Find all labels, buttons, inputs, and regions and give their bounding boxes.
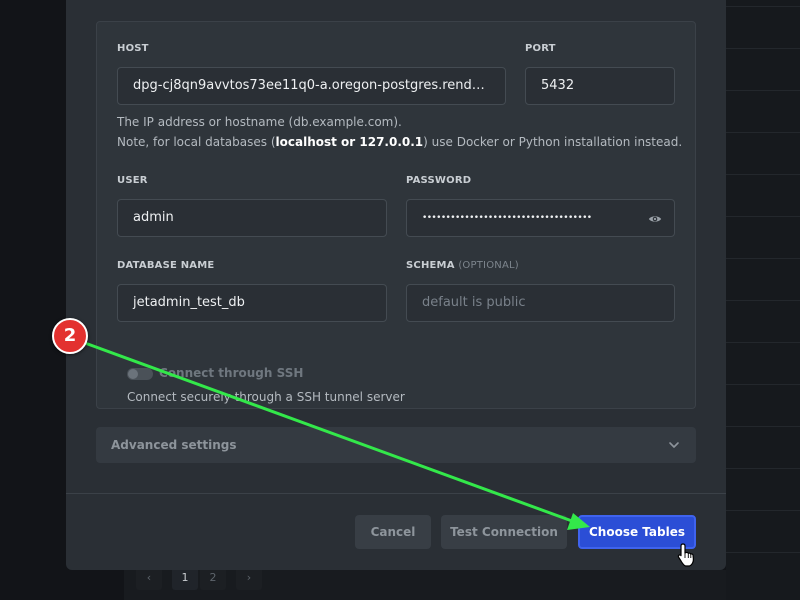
connection-modal: HOST dpg-cj8qn9avvtos73ee11q0-a.oregon-p… bbox=[66, 0, 726, 570]
password-label: PASSWORD bbox=[406, 175, 472, 186]
ssh-toggle[interactable] bbox=[127, 368, 153, 380]
password-input[interactable]: •••••••••••••••••••••••••••••••••••• bbox=[406, 199, 675, 237]
ssh-toggle-knob bbox=[128, 369, 138, 379]
schema-label: SCHEMA (OPTIONAL) bbox=[406, 260, 519, 271]
database-name-label: DATABASE NAME bbox=[117, 260, 215, 271]
chevron-down-icon bbox=[669, 442, 679, 448]
cancel-button[interactable]: Cancel bbox=[355, 515, 431, 549]
modal-footer-divider bbox=[66, 493, 726, 494]
user-input[interactable]: admin bbox=[117, 199, 387, 237]
connection-settings-section: HOST dpg-cj8qn9avvtos73ee11q0-a.oregon-p… bbox=[96, 21, 696, 409]
background-panel bbox=[726, 0, 800, 600]
ssh-description: Connect securely through a SSH tunnel se… bbox=[127, 390, 405, 404]
test-connection-button[interactable]: Test Connection bbox=[441, 515, 567, 549]
database-name-input[interactable]: jetadmin_test_db bbox=[117, 284, 387, 322]
show-password-eye-icon[interactable] bbox=[648, 212, 662, 226]
host-help-note: Note, for local databases (localhost or … bbox=[117, 135, 683, 149]
step-number-badge: 2 bbox=[52, 318, 88, 354]
schema-input[interactable]: default is public bbox=[406, 284, 675, 322]
user-label: USER bbox=[117, 175, 148, 186]
advanced-settings-label: Advanced settings bbox=[111, 438, 237, 452]
advanced-settings-toggle[interactable]: Advanced settings bbox=[96, 427, 696, 463]
host-label: HOST bbox=[117, 43, 149, 54]
port-label: PORT bbox=[525, 43, 556, 54]
port-input[interactable]: 5432 bbox=[525, 67, 675, 105]
hand-cursor-icon bbox=[677, 543, 695, 567]
host-help-text: The IP address or hostname (db.example.c… bbox=[117, 115, 402, 129]
host-input[interactable]: dpg-cj8qn9avvtos73ee11q0-a.oregon-postgr… bbox=[117, 67, 506, 105]
ssh-toggle-label[interactable]: Connect through SSH bbox=[159, 366, 303, 380]
